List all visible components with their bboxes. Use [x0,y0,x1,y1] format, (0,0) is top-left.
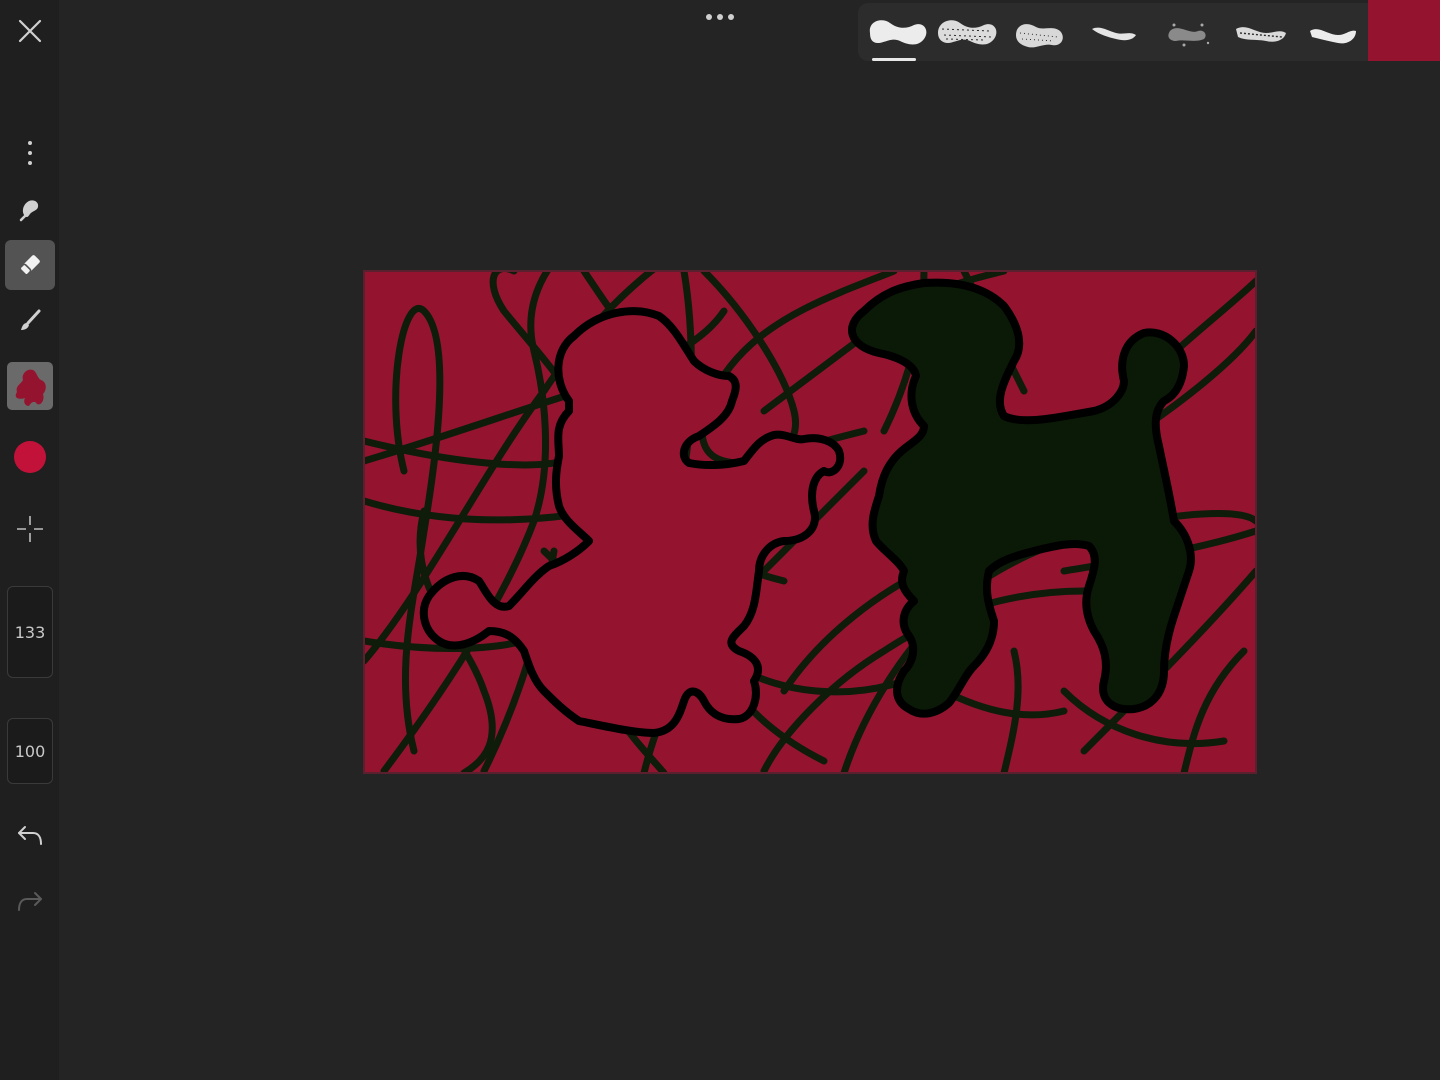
redo-button[interactable] [5,876,55,926]
opacity-value: 100 [14,741,46,761]
brush-ink[interactable] [1080,9,1146,55]
more-options-button[interactable] [5,128,55,178]
selected-brush-indicator [872,58,916,61]
undo-button[interactable] [5,810,55,860]
chalk-brush-icon [1016,24,1063,48]
smudge-tool-button[interactable] [5,184,55,234]
color-dot [14,441,46,473]
round-brush-icon [869,20,927,45]
layer-thumbnail [7,362,53,410]
eraser-tool-button[interactable] [5,240,55,290]
redo-icon [18,892,42,911]
left-toolbar: 133 100 [0,0,59,1080]
brush-tool-button[interactable] [5,296,55,346]
close-button[interactable] [5,6,55,56]
brush-size-slider[interactable]: 133 [7,586,53,678]
brush-splatter[interactable] [1154,9,1220,55]
horizontal-ellipsis-icon [706,14,734,20]
ink-brush-icon [1092,27,1136,41]
canvas-options-button[interactable] [700,8,740,26]
brush-selector [858,3,1368,61]
layers-button[interactable] [5,361,55,411]
color-picker-button[interactable] [5,432,55,482]
opacity-slider[interactable]: 100 [7,718,53,784]
brush-round[interactable] [864,9,930,55]
smudge-icon [19,200,39,222]
current-color-swatch[interactable] [1368,0,1440,61]
brush-dry[interactable] [934,9,1000,55]
close-icon [18,19,42,43]
brush-size-value: 133 [14,622,46,642]
vertical-ellipsis-icon [28,141,32,165]
eraser-icon [19,255,40,276]
brush-icon [21,309,41,330]
drawing-canvas[interactable] [364,271,1256,773]
drawing-app: 133 100 [0,0,1440,1080]
undo-icon [18,826,42,845]
brush-marker[interactable] [1298,9,1364,55]
textured-brush-icon [1236,27,1286,42]
crosshair-icon [17,516,43,542]
dry-brush-icon [938,20,997,45]
brush-textured[interactable] [1226,9,1292,55]
transform-button[interactable] [5,504,55,554]
marker-brush-icon [1310,29,1356,44]
artwork[interactable] [364,271,1256,773]
splatter-brush-icon [1168,23,1210,47]
brush-chalk[interactable] [1006,9,1072,55]
